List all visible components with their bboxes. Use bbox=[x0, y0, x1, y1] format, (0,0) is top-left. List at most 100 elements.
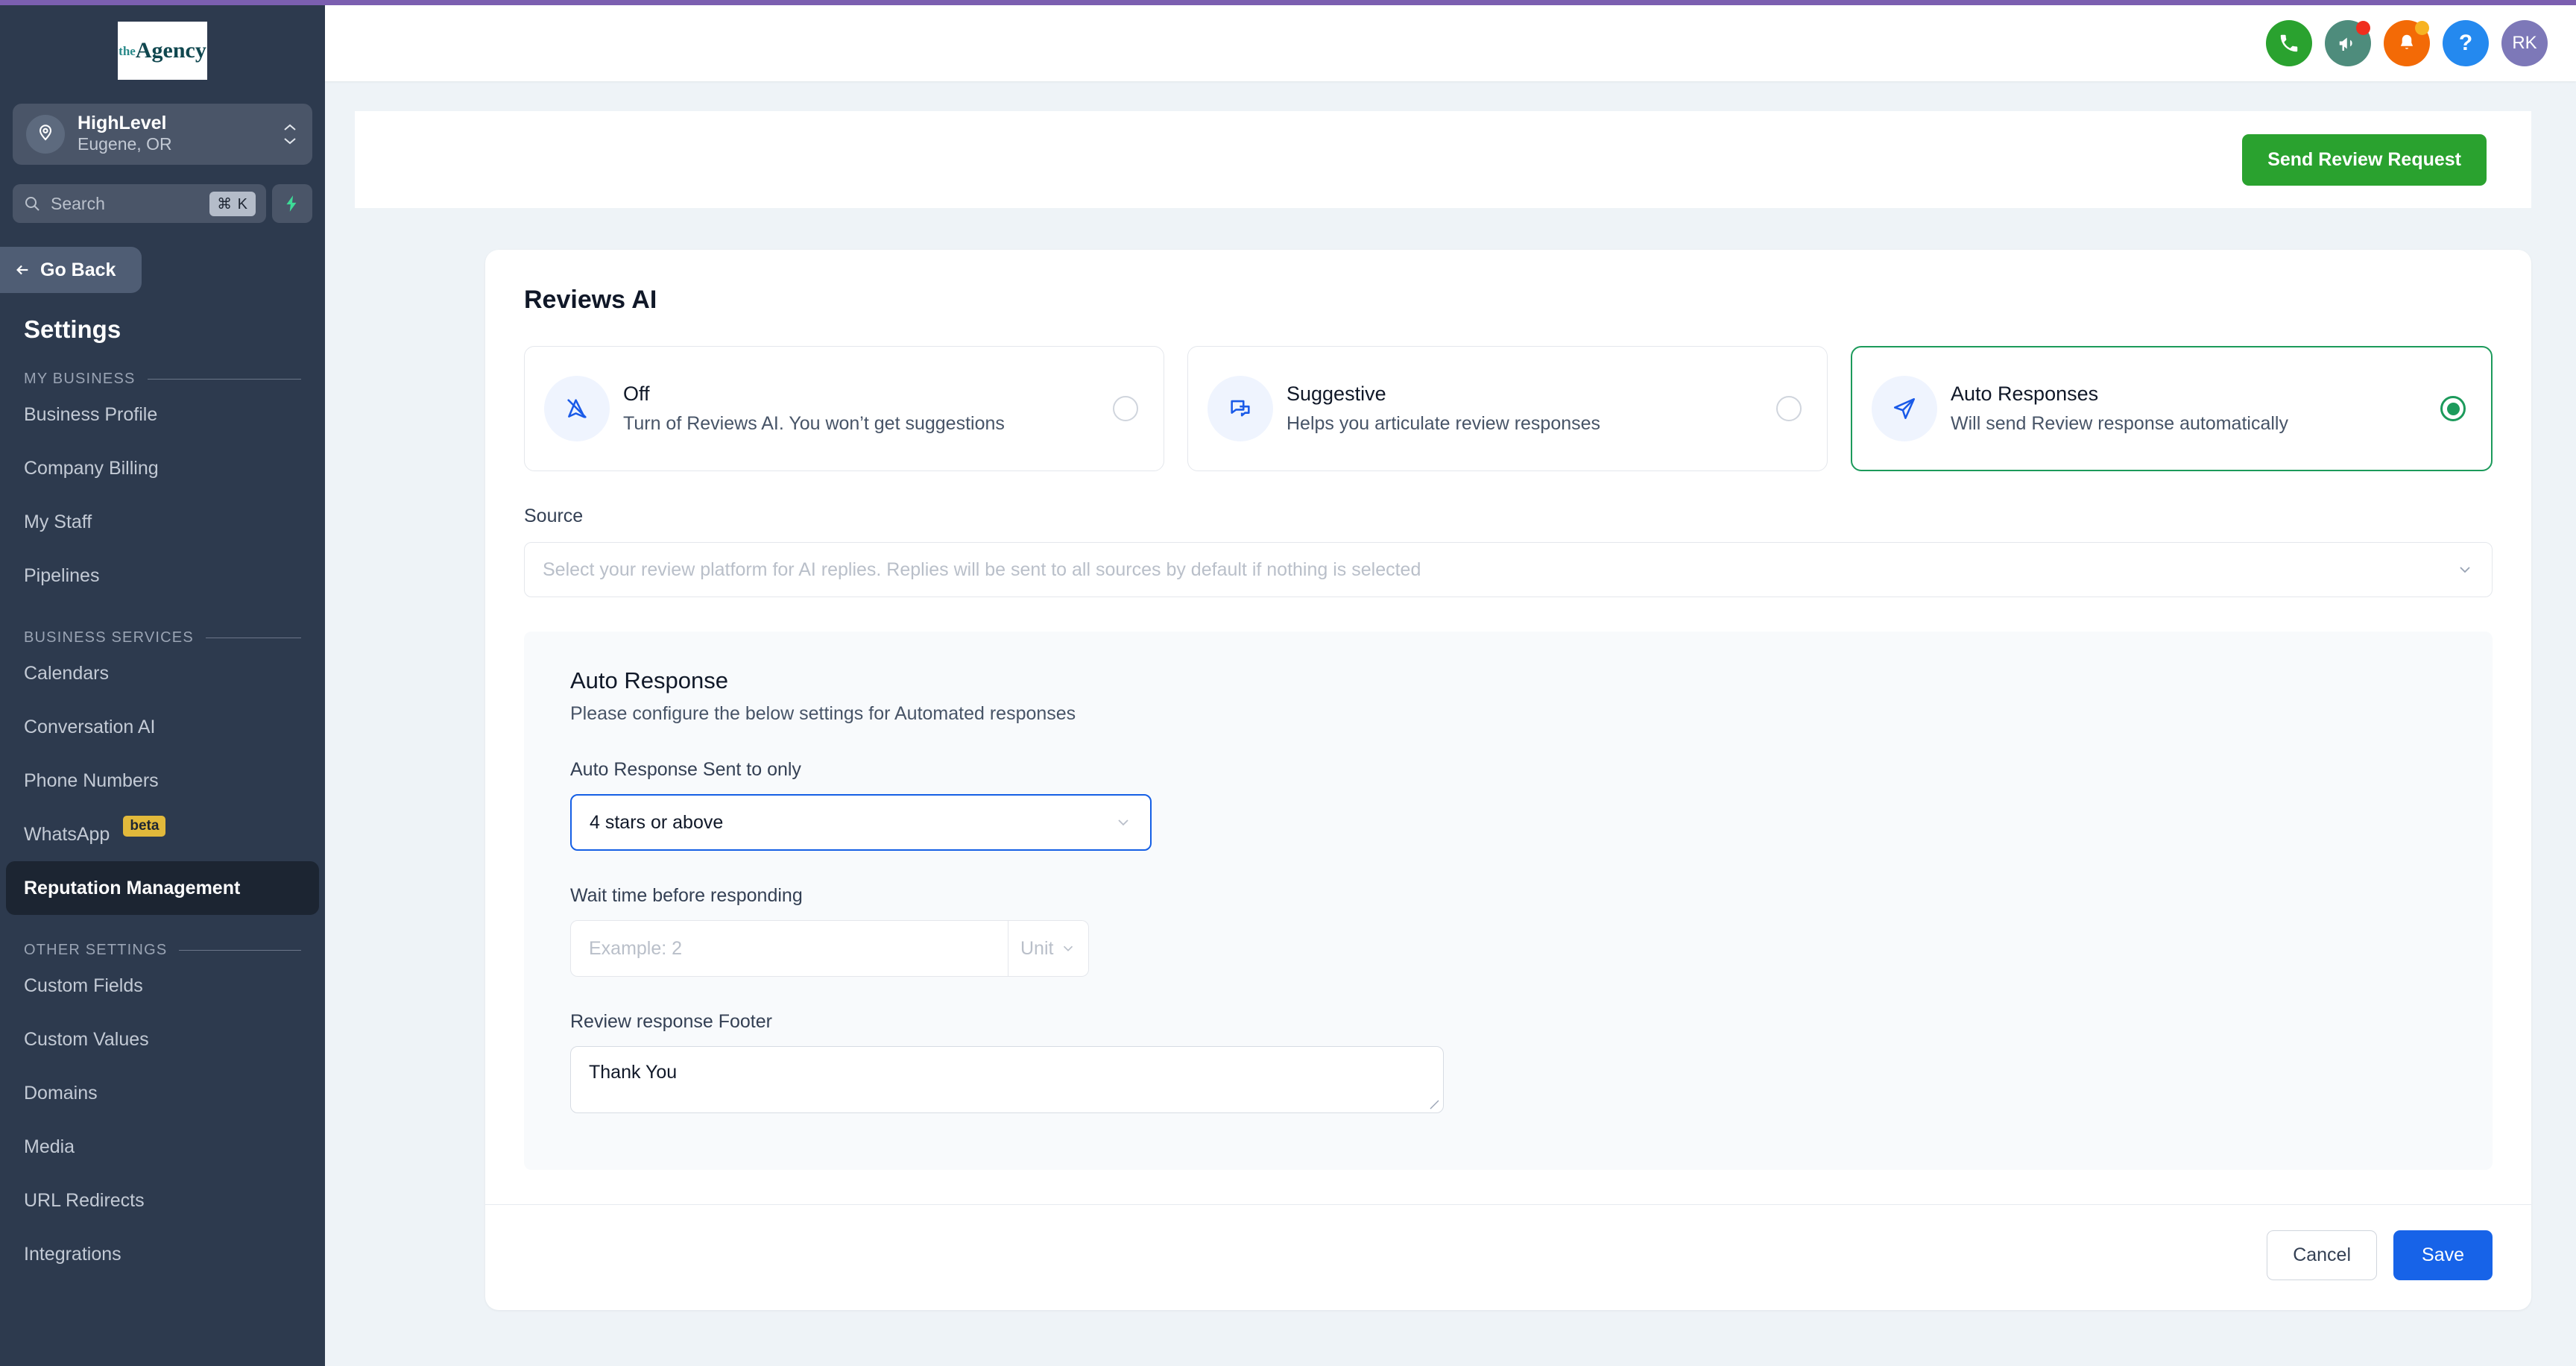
go-back-label: Go Back bbox=[40, 259, 116, 280]
brand-logo: the Agency bbox=[0, 5, 325, 80]
sidebar-item-label: Company Billing bbox=[24, 457, 159, 479]
mode-option-auto-responses[interactable]: Auto Responses Will send Review response… bbox=[1851, 346, 2493, 471]
sidebar-item-domains[interactable]: Domains bbox=[6, 1066, 319, 1120]
mode-desc: Helps you articulate review responses bbox=[1287, 412, 1601, 434]
chat-bubbles-icon bbox=[1208, 376, 1273, 441]
sidebar-item-url-redirects[interactable]: URL Redirects bbox=[6, 1174, 319, 1227]
sidebar-item-my-staff[interactable]: My Staff bbox=[6, 495, 319, 549]
sidebar-item-custom-fields[interactable]: Custom Fields bbox=[6, 959, 319, 1013]
mode-option-suggestive[interactable]: Suggestive Helps you articulate review r… bbox=[1187, 346, 1828, 471]
sidebar-item-integrations[interactable]: Integrations bbox=[6, 1227, 319, 1281]
mode-title: Auto Responses bbox=[1951, 383, 2099, 406]
search-input[interactable]: Search ⌘ K bbox=[13, 184, 266, 223]
card-title: Reviews AI bbox=[524, 286, 657, 314]
sidebar-item-calendars[interactable]: Calendars bbox=[6, 646, 319, 700]
unit-placeholder: Unit bbox=[1020, 937, 1054, 959]
go-back-button[interactable]: Go Back bbox=[0, 247, 142, 293]
sidebar-item-business-profile[interactable]: Business Profile bbox=[6, 388, 319, 441]
sidebar-item-label: Custom Fields bbox=[24, 975, 143, 996]
wait-time-label: Wait time before responding bbox=[570, 885, 803, 906]
divider bbox=[179, 950, 301, 951]
logo-prefix: the bbox=[119, 43, 136, 58]
sidebar-item-custom-values[interactable]: Custom Values bbox=[6, 1013, 319, 1066]
reviews-ai-card: Reviews AI Off Turn of Reviews AI. You w… bbox=[485, 250, 2531, 1310]
sidebar-item-whatsapp[interactable]: WhatsApp beta bbox=[6, 808, 319, 861]
resize-handle-icon[interactable] bbox=[1428, 1098, 1440, 1110]
sidebar-item-label: Domains bbox=[24, 1082, 98, 1104]
sidebar-item-label: URL Redirects bbox=[24, 1189, 145, 1211]
phone-icon[interactable] bbox=[2266, 20, 2312, 66]
auto-response-subtitle: Please configure the below settings for … bbox=[570, 703, 1076, 724]
chevron-updown-icon[interactable] bbox=[281, 124, 299, 145]
location-name: HighLevel bbox=[78, 112, 167, 133]
sent-to-only-select[interactable]: 4 stars or above bbox=[570, 794, 1152, 851]
action-bar: Send Review Request bbox=[355, 111, 2531, 208]
bell-icon[interactable] bbox=[2384, 20, 2430, 66]
lightning-bolt-icon bbox=[286, 195, 297, 212]
sent-to-only-value: 4 stars or above bbox=[590, 811, 724, 833]
sidebar-item-conversation-ai[interactable]: Conversation AI bbox=[6, 700, 319, 754]
auto-response-title: Auto Response bbox=[570, 667, 728, 693]
send-review-request-button[interactable]: Send Review Request bbox=[2242, 133, 2487, 186]
section-header-business-services: BUSINESS SERVICES bbox=[24, 629, 301, 646]
source-label: Source bbox=[524, 506, 584, 526]
sidebar-item-label: Pipelines bbox=[24, 564, 100, 586]
avatar[interactable]: RK bbox=[2501, 20, 2548, 66]
cancel-button[interactable]: Cancel bbox=[2267, 1230, 2378, 1280]
mode-option-off[interactable]: Off Turn of Reviews AI. You won’t get su… bbox=[524, 346, 1164, 471]
sidebar-item-label: WhatsApp bbox=[24, 823, 110, 845]
top-bar: ? RK bbox=[325, 5, 2576, 81]
section-label: MY BUSINESS bbox=[24, 371, 136, 387]
mode-title: Suggestive bbox=[1287, 383, 1386, 406]
sidebar-item-media[interactable]: Media bbox=[6, 1120, 319, 1174]
source-placeholder: Select your review platform for AI repli… bbox=[543, 558, 1421, 580]
radio-off[interactable] bbox=[1113, 396, 1138, 421]
sidebar-item-label: Phone Numbers bbox=[24, 769, 159, 791]
sidebar-item-label: Integrations bbox=[24, 1243, 121, 1265]
save-button[interactable]: Save bbox=[2393, 1230, 2493, 1280]
notification-dot bbox=[2415, 21, 2429, 35]
paper-plane-icon bbox=[1872, 376, 1937, 441]
location-sub: Eugene, OR bbox=[78, 134, 172, 154]
sidebar-item-pipelines[interactable]: Pipelines bbox=[6, 549, 319, 602]
page-title: Settings bbox=[24, 315, 121, 343]
arrow-left-icon bbox=[16, 265, 28, 275]
auto-response-panel: Auto Response Please configure the below… bbox=[524, 632, 2493, 1170]
chevron-down-icon bbox=[2460, 567, 2470, 573]
megaphone-icon[interactable] bbox=[2325, 20, 2371, 66]
navigation-off-icon bbox=[544, 376, 610, 441]
notification-dot bbox=[2356, 21, 2370, 35]
review-footer-textarea[interactable]: Thank You bbox=[570, 1046, 1444, 1113]
location-switcher[interactable]: HighLevel Eugene, OR bbox=[13, 104, 312, 165]
sidebar: the Agency HighLevel Eugene, OR Search ⌘… bbox=[0, 0, 325, 1366]
divider bbox=[147, 379, 301, 380]
mode-title: Off bbox=[623, 383, 650, 406]
main-content: ? RK Send Review Request Reviews AI Off bbox=[325, 0, 2576, 1366]
section-label: OTHER SETTINGS bbox=[24, 942, 168, 958]
section-header-my-business: MY BUSINESS bbox=[24, 371, 301, 388]
search-placeholder: Search bbox=[51, 193, 105, 213]
review-footer-label: Review response Footer bbox=[570, 1011, 772, 1032]
mode-desc: Will send Review response automatically bbox=[1951, 412, 2288, 434]
mode-options: Off Turn of Reviews AI. You won’t get su… bbox=[524, 346, 2493, 471]
sidebar-item-label: Media bbox=[24, 1136, 75, 1157]
wait-time-input[interactable]: Example: 2 bbox=[570, 920, 1008, 977]
sidebar-item-reputation-management[interactable]: Reputation Management bbox=[6, 861, 319, 915]
search-icon bbox=[25, 197, 40, 211]
top-accent-strip bbox=[0, 0, 2576, 5]
quick-actions-button[interactable] bbox=[272, 184, 312, 223]
sidebar-item-company-billing[interactable]: Company Billing bbox=[6, 441, 319, 495]
radio-suggestive[interactable] bbox=[1776, 396, 1802, 421]
sidebar-item-phone-numbers[interactable]: Phone Numbers bbox=[6, 754, 319, 808]
source-select[interactable]: Select your review platform for AI repli… bbox=[524, 542, 2493, 597]
sidebar-item-label: Calendars bbox=[24, 662, 109, 684]
radio-auto-responses[interactable] bbox=[2440, 396, 2466, 421]
review-footer-value: Thank You bbox=[589, 1062, 678, 1083]
wait-time-unit-select[interactable]: Unit bbox=[1008, 920, 1089, 977]
sidebar-item-label: Custom Values bbox=[24, 1028, 149, 1050]
help-icon[interactable]: ? bbox=[2443, 20, 2489, 66]
wait-time-row: Example: 2 Unit bbox=[570, 920, 2446, 977]
logo-name: Agency bbox=[135, 38, 206, 63]
mode-desc: Turn of Reviews AI. You won’t get sugges… bbox=[623, 412, 1005, 434]
section-header-other-settings: OTHER SETTINGS bbox=[24, 942, 301, 959]
